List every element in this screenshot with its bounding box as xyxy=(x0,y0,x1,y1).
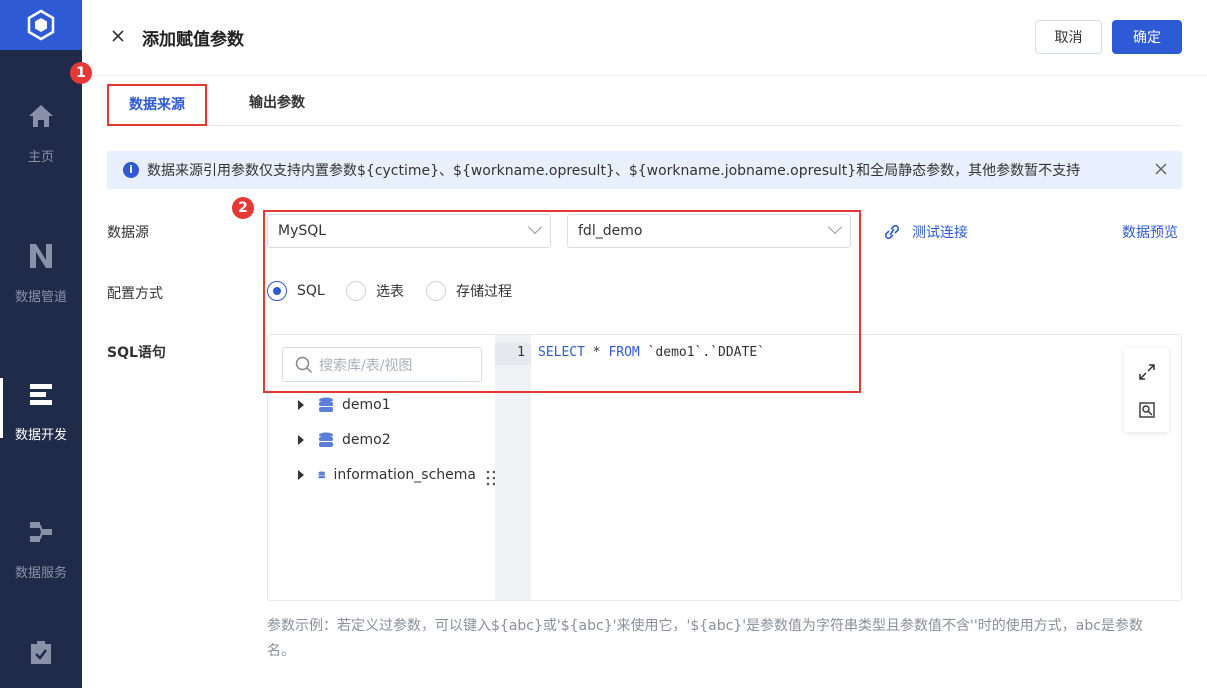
nav-item-home[interactable]: 主页 xyxy=(0,78,82,188)
nav-item-service[interactable]: 数据服务 xyxy=(0,494,82,604)
home-icon xyxy=(27,102,55,130)
radio-checked-icon xyxy=(267,281,287,301)
sql-editor-panel: 搜索库/表/视图 demo1 demo2 information_schema … xyxy=(267,334,1182,601)
service-icon xyxy=(27,518,55,546)
sql-code-line[interactable]: SELECT * FROM `demo1`.`DDATE` xyxy=(538,345,765,360)
database-value: fdl_demo xyxy=(578,223,643,239)
datasource-label: 数据源 xyxy=(107,225,149,241)
tree-item-label: demo2 xyxy=(342,432,391,448)
close-icon[interactable] xyxy=(110,28,128,46)
info-icon: i xyxy=(123,162,139,178)
app-logo[interactable] xyxy=(0,0,82,50)
chevron-down-icon xyxy=(527,219,543,235)
info-text: 数据来源引用参数仅支持内置参数${cyctime}、${workname.opr… xyxy=(147,163,1081,179)
tree-item-db[interactable]: demo1 xyxy=(298,397,391,413)
expand-icon[interactable] xyxy=(1137,362,1157,382)
tree-item-label: information_schema xyxy=(333,467,477,483)
line-number: 1 xyxy=(517,345,525,360)
datasource-type-value: MySQL xyxy=(278,223,327,239)
search-placeholder: 搜索库/表/视图 xyxy=(319,357,413,374)
tree-item-label: demo1 xyxy=(342,397,391,413)
test-connection-link[interactable]: 测试连接 xyxy=(882,222,968,242)
tree-item-db[interactable]: information_schema xyxy=(298,467,476,483)
nav-label: 数据服务 xyxy=(14,565,67,581)
config-label: 配置方式 xyxy=(107,286,163,302)
expand-arrow-icon xyxy=(298,400,304,410)
nav-item-task[interactable] xyxy=(0,606,82,688)
sql-label: SQL语句 xyxy=(107,345,166,361)
tree-item-db[interactable]: demo2 xyxy=(298,432,391,448)
tab-data-source[interactable]: 数据来源 xyxy=(107,84,207,126)
banner-close-icon[interactable] xyxy=(1154,160,1168,181)
sql-keyword: FROM xyxy=(608,345,640,360)
radio-label: 选表 xyxy=(376,284,404,300)
test-connection-label: 测试连接 xyxy=(912,225,968,241)
table-search-input[interactable]: 搜索库/表/视图 xyxy=(282,347,482,382)
radio-label: 存储过程 xyxy=(456,284,512,300)
database-icon xyxy=(319,432,333,447)
radio-unchecked-icon xyxy=(426,281,446,301)
line-gutter: 1 xyxy=(495,335,531,600)
dialog-header: 添加赋值参数 取消 确定 xyxy=(82,0,1207,76)
data-preview-link[interactable]: 数据预览 xyxy=(1122,222,1178,242)
radio-unchecked-icon xyxy=(346,281,366,301)
database-icon xyxy=(318,471,326,479)
nav-label: 数据管道 xyxy=(14,289,67,305)
radio-procedure[interactable]: 存储过程 xyxy=(426,281,512,301)
active-line-highlight xyxy=(495,343,531,365)
nav-label: 数据开发 xyxy=(14,427,67,443)
tab-bar: 数据来源 输出参数 xyxy=(107,84,1182,126)
dev-icon xyxy=(27,380,55,408)
logo-icon xyxy=(27,9,55,41)
tab-output-params[interactable]: 输出参数 xyxy=(249,84,305,126)
step-badge-1: 1 xyxy=(70,62,92,84)
radio-sql[interactable]: SQL xyxy=(267,281,325,301)
nav-item-pipeline[interactable]: 数据管道 xyxy=(0,218,82,328)
expand-arrow-icon xyxy=(298,435,304,445)
sql-text: * xyxy=(584,345,609,360)
task-icon xyxy=(27,639,55,667)
nav-label: 主页 xyxy=(27,149,54,165)
datasource-type-select[interactable]: MySQL xyxy=(267,214,551,248)
link-icon xyxy=(884,224,900,240)
format-sql-icon[interactable] xyxy=(1137,400,1157,420)
expand-arrow-icon xyxy=(298,470,304,480)
editor-toolbar xyxy=(1124,348,1169,432)
search-icon xyxy=(295,356,313,373)
chevron-down-icon xyxy=(827,219,843,235)
database-icon xyxy=(319,397,333,412)
step-badge-2: 2 xyxy=(232,197,254,219)
radio-label: SQL xyxy=(297,283,325,299)
database-select[interactable]: fdl_demo xyxy=(567,214,851,248)
cancel-button[interactable]: 取消 xyxy=(1035,20,1102,54)
nav-item-dev[interactable]: 数据开发 xyxy=(0,356,82,466)
sql-text: `demo1`.`DDATE` xyxy=(639,345,765,360)
left-nav: 主页 数据管道 数据开发 数据服务 xyxy=(0,0,82,688)
info-banner: i 数据来源引用参数仅支持内置参数${cyctime}、${workname.o… xyxy=(107,151,1182,189)
param-hint-text: 参数示例：若定义过参数，可以键入${abc}或'${abc}'来使用它，'${a… xyxy=(267,618,1143,659)
radio-table[interactable]: 选表 xyxy=(346,281,404,301)
ok-button[interactable]: 确定 xyxy=(1112,20,1182,54)
sql-keyword: SELECT xyxy=(538,345,585,360)
dialog-title: 添加赋值参数 xyxy=(142,30,244,50)
pipeline-icon xyxy=(27,242,55,270)
